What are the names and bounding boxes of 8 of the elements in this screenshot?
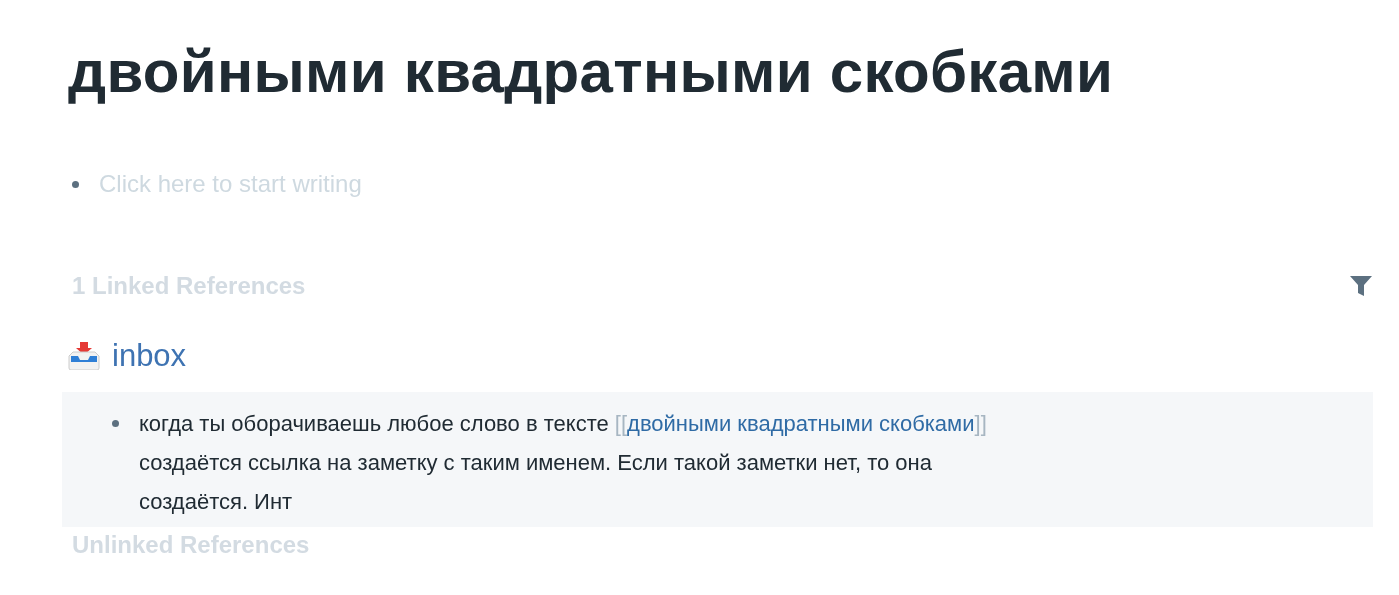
block-text: когда ты оборачиваешь любое слово в тексте [[двойными квадратными скобками]] создаётся ссылка на заметку с таким именем. Если такой заметки нет, то она создаётся. Инт — [139, 410, 988, 516]
filter-icon[interactable] — [1349, 274, 1373, 298]
page-reference-link[interactable]: [[двойными квадратными скобками]] — [614, 411, 987, 436]
inbox-tray-icon — [68, 342, 100, 370]
bullet-icon — [72, 180, 79, 188]
page-title: двойными квадратными скобками — [68, 37, 1115, 107]
page-link[interactable]: inbox — [112, 338, 187, 374]
bullet-icon — [112, 420, 119, 427]
